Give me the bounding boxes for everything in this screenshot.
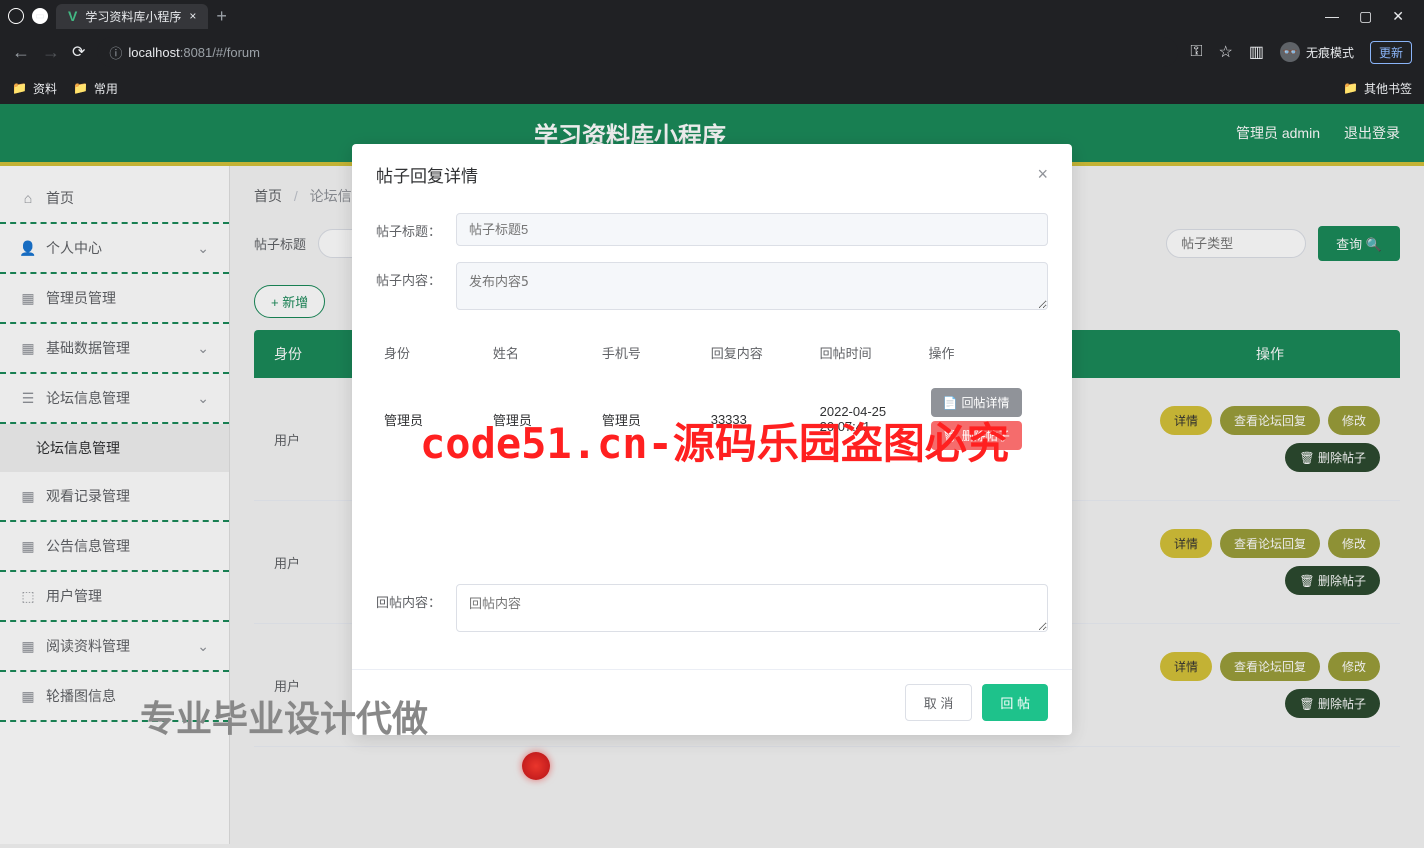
form-row-title: 帖子标题：: [376, 213, 1048, 246]
reply-detail-button[interactable]: 📄 回帖详情: [931, 388, 1022, 417]
label-reply-content: 回帖内容：: [376, 584, 456, 611]
modal-header: 帖子回复详情 ×: [352, 144, 1072, 205]
th-ops: 操作: [921, 339, 1048, 366]
browser-chrome: ▭ V 学习资料库小程序 × + — ▢ ✕ ← → ⟳ ⓘ localhost…: [0, 0, 1424, 104]
tab-title: 学习资料库小程序: [85, 8, 181, 25]
nav-right: ⚿ ☆ ▥ 👓 无痕模式 更新: [1190, 41, 1412, 64]
modal-overlay[interactable]: 帖子回复详情 × 帖子标题： 帖子内容： 身份 姓名 手机号 回复内容 回帖时间…: [0, 104, 1424, 848]
tab-bar: ▭ V 学习资料库小程序 × + — ▢ ✕: [0, 0, 1424, 32]
th-phone: 手机号: [594, 339, 703, 366]
folder-icon: 📁: [73, 81, 88, 95]
reply-content-textarea[interactable]: [456, 584, 1048, 632]
modal-footer: 取 消 回 帖: [352, 669, 1072, 735]
close-window-icon[interactable]: ✕: [1392, 8, 1404, 25]
minimize-icon[interactable]: —: [1325, 8, 1339, 25]
post-title-input[interactable]: [456, 213, 1048, 246]
label-post-content: 帖子内容：: [376, 262, 456, 289]
bookmark-ziliao[interactable]: 📁资料: [12, 80, 57, 97]
th-reply: 回复内容: [703, 339, 812, 366]
panel-icon[interactable]: ▥: [1249, 42, 1264, 62]
forward-button[interactable]: →: [42, 42, 60, 63]
reload-button[interactable]: ⟳: [72, 42, 85, 62]
folder-icon: 📁: [1343, 81, 1358, 95]
bookmark-changyong[interactable]: 📁常用: [73, 80, 118, 97]
form-row-content: 帖子内容：: [376, 262, 1048, 315]
label-post-title: 帖子标题：: [376, 213, 456, 240]
reply-table-header: 身份 姓名 手机号 回复内容 回帖时间 操作: [376, 331, 1048, 374]
maximize-icon[interactable]: ▢: [1359, 8, 1372, 25]
delete-reply-button[interactable]: 🗑 删除帖子: [931, 421, 1022, 450]
incognito-icon: 👓: [1280, 42, 1300, 62]
url-port: :8081: [180, 45, 213, 60]
site-info-icon[interactable]: ⓘ: [109, 43, 122, 62]
modal-title: 帖子回复详情: [376, 162, 478, 187]
url-path: /#/forum: [212, 45, 260, 60]
reply-table: 身份 姓名 手机号 回复内容 回帖时间 操作 管理员 管理员 管理员 33333…: [376, 331, 1048, 464]
post-content-textarea[interactable]: [456, 262, 1048, 310]
cell-name: 管理员: [485, 406, 594, 433]
modal-body: 帖子标题： 帖子内容： 身份 姓名 手机号 回复内容 回帖时间 操作 管理员: [352, 205, 1072, 669]
cell-ops: 📄 回帖详情 🗑 删除帖子: [921, 382, 1048, 456]
cell-identity: 管理员: [376, 406, 485, 433]
url-host: localhost: [128, 45, 179, 60]
folder-icon: 📁: [12, 81, 27, 95]
key-icon[interactable]: ⚿: [1190, 43, 1202, 61]
new-tab-button[interactable]: +: [216, 6, 227, 27]
cell-reply: 33333: [703, 408, 812, 431]
url-bar[interactable]: ⓘ localhost:8081/#/forum: [97, 37, 1178, 67]
tab-icon-blank[interactable]: [8, 8, 24, 24]
window-controls: — ▢ ✕: [1325, 8, 1416, 25]
reply-row: 管理员 管理员 管理员 33333 2022-04-25 20:07:41 📄 …: [376, 374, 1048, 464]
close-icon[interactable]: ×: [189, 9, 196, 23]
th-identity: 身份: [376, 339, 485, 366]
back-button[interactable]: ←: [12, 42, 30, 63]
incognito-label: 👓 无痕模式: [1280, 42, 1354, 62]
vue-icon: V: [68, 8, 77, 24]
bookmark-bar: 📁资料 📁常用 📁其他书签: [0, 72, 1424, 104]
browser-tab[interactable]: V 学习资料库小程序 ×: [56, 4, 208, 29]
th-time: 回帖时间: [812, 339, 921, 366]
modal: 帖子回复详情 × 帖子标题： 帖子内容： 身份 姓名 手机号 回复内容 回帖时间…: [352, 144, 1072, 735]
bookmark-other[interactable]: 📁其他书签: [1343, 80, 1412, 97]
star-icon[interactable]: ☆: [1219, 42, 1233, 62]
form-row-reply: 回帖内容：: [376, 584, 1048, 637]
tab-icon-app[interactable]: ▭: [32, 8, 48, 24]
cell-time: 2022-04-25 20:07:41: [812, 400, 921, 438]
nav-bar: ← → ⟳ ⓘ localhost:8081/#/forum ⚿ ☆ ▥ 👓 无…: [0, 32, 1424, 72]
th-name: 姓名: [485, 339, 594, 366]
update-button[interactable]: 更新: [1370, 41, 1412, 64]
cell-phone: 管理员: [594, 406, 703, 433]
cancel-button[interactable]: 取 消: [905, 684, 973, 721]
modal-close-icon[interactable]: ×: [1037, 164, 1048, 185]
submit-button[interactable]: 回 帖: [982, 684, 1048, 721]
